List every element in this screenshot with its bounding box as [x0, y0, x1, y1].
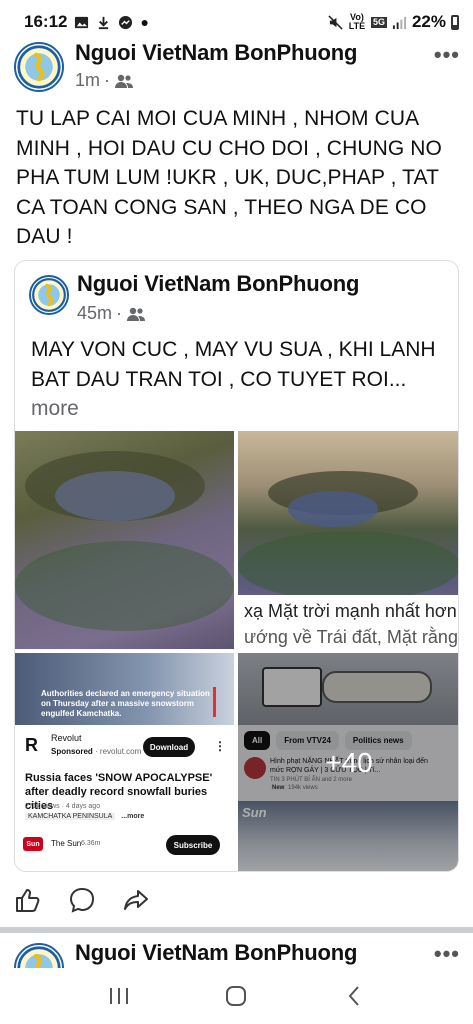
revolut-logo-icon: R	[25, 735, 38, 755]
post-author[interactable]: Nguoi VietNam BonPhuong	[75, 40, 357, 66]
download-button: Download	[143, 737, 195, 757]
messenger-icon	[119, 15, 133, 29]
home-icon	[226, 986, 247, 1006]
vietnam-map-logo-icon	[17, 946, 61, 969]
dot-icon: ●	[140, 14, 149, 30]
battery-icon	[451, 14, 459, 30]
post-header: Nguoi VietNam BonPhuong 1m · •••	[14, 40, 464, 96]
red-bar	[213, 687, 216, 717]
post-meta: 1m ·	[75, 70, 134, 91]
see-more-link[interactable]: more	[31, 397, 79, 420]
video-meta: 271k views · 4 days ago	[25, 803, 101, 810]
post-time[interactable]: 1m	[75, 70, 100, 91]
channel-subs: 6.36m	[81, 840, 101, 847]
ad-domain: · revolut.com	[95, 747, 142, 756]
friends-audience-icon	[127, 307, 146, 321]
shared-post-card[interactable]: Nguoi VietNam BonPhuong 45m · MAY VON CU…	[14, 260, 459, 872]
video-tag: KAMCHATKA PENINSULA ...more	[25, 813, 144, 820]
avatar[interactable]	[14, 943, 64, 969]
next-post-header: Nguoi VietNam BonPhuong •••	[14, 935, 464, 969]
photo-tile-2[interactable]: xạ Mặt trời mạnh nhất hơn 2 ướng về Trái…	[238, 431, 459, 649]
shared-post-meta: 45m ·	[77, 303, 146, 324]
battery-percent: 22%	[411, 12, 446, 31]
sun-logo-icon: Sun	[23, 837, 43, 851]
more-options-icon[interactable]: •••	[434, 42, 460, 68]
volte-badge: Vo) LTE	[348, 12, 366, 31]
separator-dot: ·	[104, 70, 111, 90]
next-post-author[interactable]: Nguoi VietNam BonPhuong	[75, 940, 357, 966]
home-button[interactable]	[223, 983, 249, 1009]
post-text: TU LAP CAI MOI CUA MINH , NHOM CUA MINH …	[16, 107, 442, 248]
subscribe-button: Subscribe	[166, 835, 220, 855]
like-icon[interactable]	[14, 886, 42, 914]
shared-post-time[interactable]: 45m	[77, 303, 112, 324]
terrain-shape	[15, 541, 234, 631]
back-button[interactable]	[341, 983, 367, 1009]
separator-dot: ·	[116, 303, 123, 323]
more-photos-overlay[interactable]: +40	[238, 653, 458, 871]
vietnam-map-logo-icon	[17, 45, 61, 89]
photo-tile-4[interactable]: All From VTV24 Politics news Hình phạt N…	[238, 653, 458, 871]
status-bar: 16:12 ● Vo) LTE 5G 22%	[0, 0, 473, 44]
mute-icon	[328, 14, 343, 30]
share-icon[interactable]	[122, 886, 150, 914]
terrain-shape	[55, 471, 175, 521]
comment-icon[interactable]	[68, 886, 96, 914]
download-icon	[99, 16, 109, 29]
tile-caption: xạ Mặt trời mạnh nhất hơn 2 ướng về Trái…	[238, 595, 459, 649]
friends-audience-icon	[115, 74, 134, 88]
tile-caption-line2: ướng về Trái đất, Mặt rằng v	[244, 627, 459, 647]
terrain-shape	[288, 491, 378, 527]
network-badge: 5G	[370, 16, 387, 28]
vietnam-map-logo-icon	[32, 278, 66, 312]
ad-sub: Sponsored · revolut.com	[51, 747, 141, 756]
avatar[interactable]	[29, 275, 69, 315]
ad-row: R Revolut Sponsored · revolut.com Downlo…	[15, 729, 234, 769]
tag-more: ...more	[121, 813, 145, 820]
signal-icon	[392, 16, 407, 29]
news-overlay-text: Authorities declared an emergency situat…	[41, 689, 210, 718]
kebab-icon: ⋮	[214, 739, 226, 753]
tag-label: KAMCHATKA PENINSULA	[25, 813, 116, 820]
gallery-icon	[75, 16, 89, 28]
photo-tile-3[interactable]: Authorities declared an emergency situat…	[15, 653, 234, 871]
ad-sponsored: Sponsored	[51, 747, 93, 756]
shared-post-text: MAY VON CUC , MAY VU SUA , KHI LANH BAT …	[31, 335, 451, 424]
photo-tile-1[interactable]	[15, 431, 234, 649]
post-actions	[14, 882, 454, 918]
avatar[interactable]	[14, 42, 64, 92]
shared-post-body: MAY VON CUC , MAY VU SUA , KHI LANH BAT …	[31, 338, 436, 391]
system-nav-bar	[0, 968, 473, 1024]
shared-post-author[interactable]: Nguoi VietNam BonPhuong	[77, 271, 359, 297]
recents-button[interactable]	[106, 983, 132, 1009]
recents-icon	[109, 988, 128, 1004]
back-icon	[348, 986, 359, 1006]
channel-row: Sun The Sun 6.36m Subscribe	[15, 831, 234, 859]
terrain-shape	[238, 531, 458, 601]
feed-divider	[0, 927, 473, 933]
status-time: 16:12	[24, 12, 68, 31]
more-options-icon[interactable]: •••	[434, 941, 460, 967]
tile-caption-line1: xạ Mặt trời mạnh nhất hơn 2	[244, 601, 459, 621]
ad-name: Revolut	[51, 733, 82, 743]
channel-name: The Sun	[51, 839, 82, 848]
